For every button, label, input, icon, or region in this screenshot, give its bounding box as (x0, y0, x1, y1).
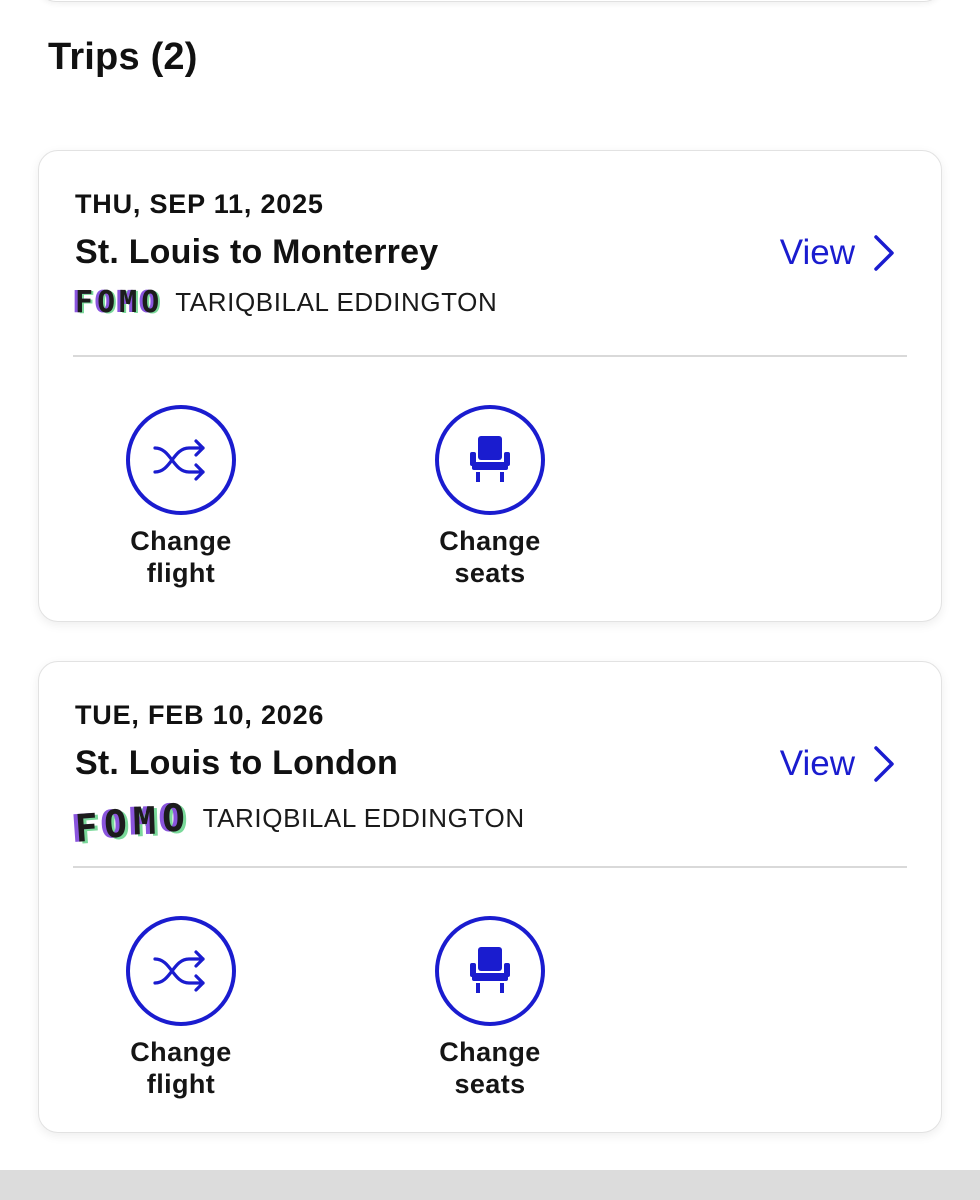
view-link-label: View (779, 744, 855, 783)
passenger-name: TARIQBILAL EDDINGTON (202, 802, 525, 833)
trip-date: THU, SEP 11, 2025 (75, 189, 324, 219)
change-seats-button[interactable]: Change seats (410, 916, 570, 1100)
shuffle-icon (153, 439, 205, 481)
action-circle (126, 916, 236, 1026)
seat-icon (470, 947, 510, 993)
divider (73, 866, 907, 868)
action-circle (435, 916, 545, 1026)
action-label: Change flight (130, 526, 232, 588)
view-link-label: View (779, 233, 855, 272)
divider (73, 355, 907, 357)
trip-card[interactable]: TUE, FEB 10, 2026 St. Louis to London Vi… (38, 661, 942, 1133)
change-flight-button[interactable]: Change flight (101, 405, 261, 589)
trip-route: St. Louis to Monterrey (75, 233, 439, 271)
chevron-right-icon (874, 746, 894, 782)
section-title: Trips (2) (48, 36, 198, 78)
shuffle-icon (153, 950, 205, 992)
action-circle (126, 405, 236, 515)
change-flight-button[interactable]: Change flight (101, 916, 261, 1100)
fomo-sticker: F O M O (73, 795, 189, 851)
action-label: Change seats (439, 526, 541, 588)
passenger-name: TARIQBILAL EDDINGTON (175, 287, 498, 317)
trip-date: TUE, FEB 10, 2026 (75, 700, 325, 730)
trips-page: Trips (2) THU, SEP 11, 2025 St. Louis to… (0, 0, 980, 1200)
action-circle (435, 405, 545, 515)
trip-route: St. Louis to London (75, 744, 398, 782)
view-trip-link[interactable]: View (780, 233, 897, 273)
seat-icon (470, 436, 510, 482)
passenger-row: F O M O TARIQBILAL EDDINGTON (75, 285, 497, 320)
passenger-row: F O M O TARIQBILAL EDDINGTON (73, 795, 525, 851)
bottom-bar (0, 1170, 980, 1200)
action-label: Change flight (130, 1037, 232, 1099)
change-seats-button[interactable]: Change seats (410, 405, 570, 589)
action-label: Change seats (439, 1037, 541, 1099)
view-trip-link[interactable]: View (780, 744, 897, 784)
chevron-right-icon (874, 235, 894, 271)
fomo-sticker: F O M O (75, 285, 162, 320)
previous-card-edge (38, 0, 942, 2)
trip-card[interactable]: THU, SEP 11, 2025 St. Louis to Monterrey… (38, 150, 942, 622)
